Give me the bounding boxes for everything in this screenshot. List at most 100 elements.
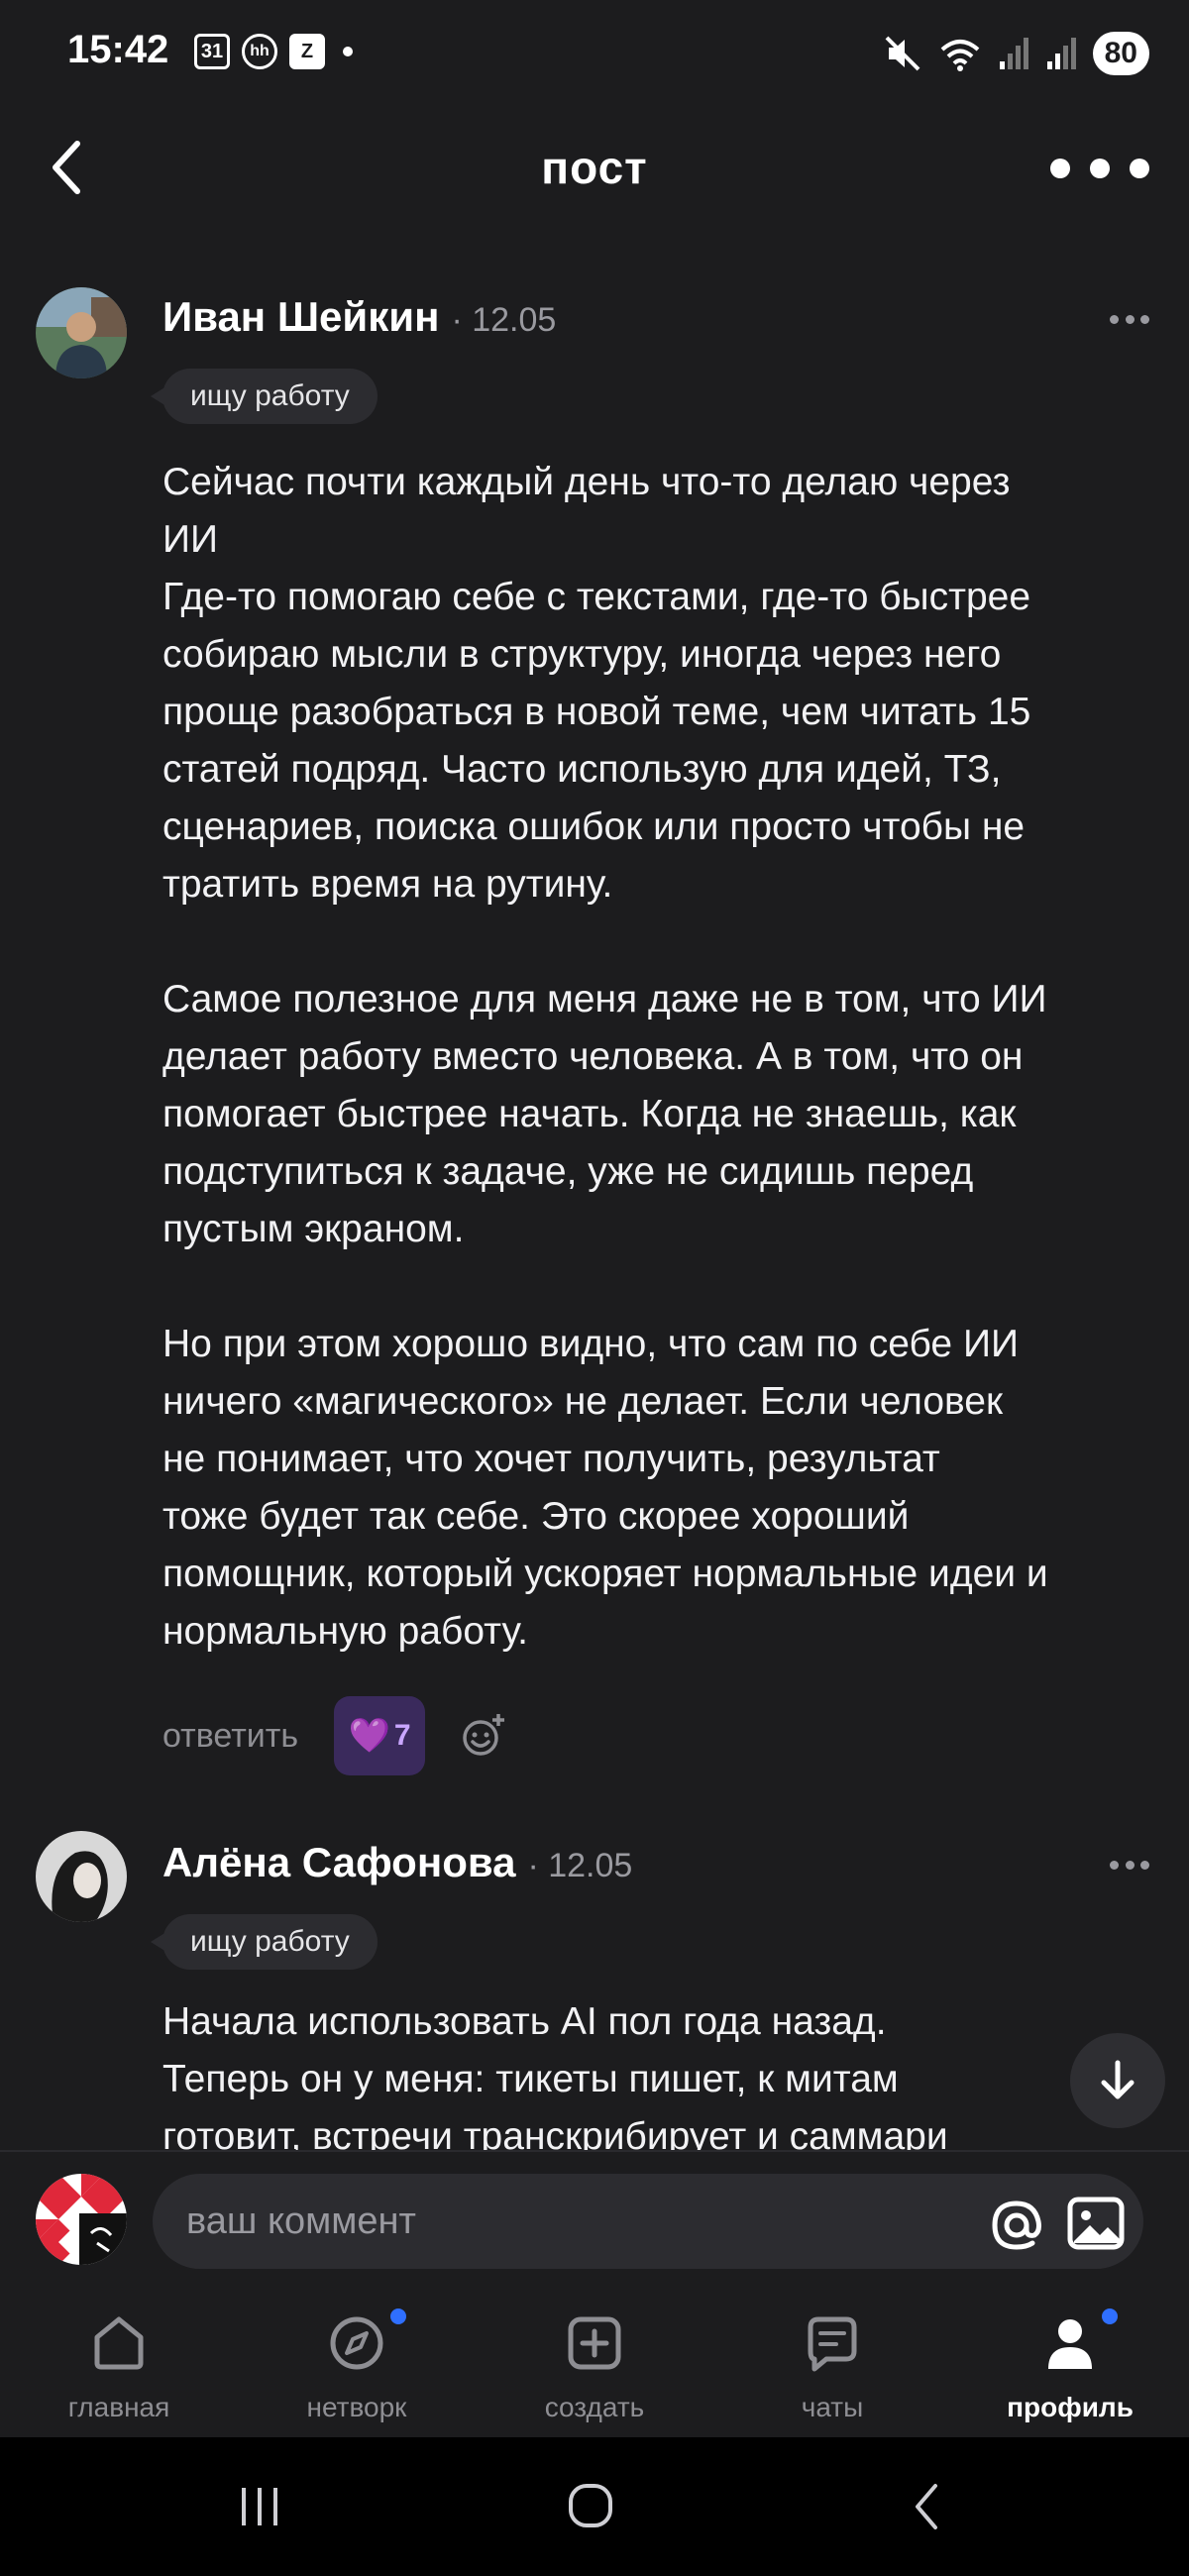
author-line: Алёна Сафонова · 12.05 <box>162 1839 632 1886</box>
text-line: подступиться к задаче, уже не сидишь пер… <box>162 1150 974 1193</box>
comment-date: · 12.05 <box>527 1847 633 1884</box>
more-dot-icon <box>1130 159 1149 178</box>
nav-item-chats[interactable]: чаты <box>713 2289 951 2437</box>
nav-label: чаты <box>801 2392 864 2422</box>
more-dot-icon <box>1050 159 1070 178</box>
page-title: пост <box>541 142 648 193</box>
signal-2-icon <box>1046 38 1076 69</box>
home-circle-icon <box>569 2484 612 2527</box>
author-name[interactable]: Иван Шейкин <box>162 293 439 341</box>
hh-app-icon: hh <box>242 34 277 69</box>
person-icon <box>1035 2308 1105 2378</box>
more-dot-icon <box>1125 314 1135 324</box>
text-line: пустым экраном. <box>162 1208 465 1250</box>
plus-square-icon <box>560 2308 629 2378</box>
compass-icon <box>322 2308 391 2378</box>
post-more-button[interactable] <box>1050 141 1149 196</box>
text-line: ИИ <box>162 518 219 561</box>
avatar-photo-icon <box>36 287 127 378</box>
comment-text: Сейчас почти каждый день что-то делаю че… <box>162 454 1153 1661</box>
home-system-button[interactable] <box>551 2477 630 2536</box>
arrow-down-icon <box>1101 2060 1135 2099</box>
text-line: сценариев, поиска ошибок или просто чтоб… <box>162 805 1026 848</box>
comment-date: · 12.05 <box>451 301 557 339</box>
recent-apps-button[interactable] <box>220 2477 299 2536</box>
more-dot-icon <box>1090 159 1110 178</box>
comment-text: Начала использовать AI пол года назад. Т… <box>162 1993 1153 2150</box>
avatar[interactable] <box>36 287 127 378</box>
more-dot-icon <box>1110 1860 1119 1870</box>
nav-label: профиль <box>1007 2392 1134 2422</box>
author-line: Иван Шейкин · 12.05 <box>162 293 556 341</box>
nav-item-create[interactable]: создать <box>476 2289 713 2437</box>
post-header: пост <box>0 119 1189 218</box>
text-line: Теперь он у меня: тикеты пишет, к митам <box>162 2058 899 2100</box>
text-line: проще разобраться в новой теме, чем чита… <box>162 691 1031 733</box>
status-tag: ищу работу <box>151 369 378 424</box>
calendar-icon: 31 <box>194 34 230 69</box>
text-line: готовит, встречи транскрибирует и саммар… <box>162 2115 948 2150</box>
text-line: ничего «магического» не делает. Если чел… <box>162 1380 1004 1423</box>
comment-paragraph: Самое полезное для меня даже не в том, ч… <box>162 971 1153 1258</box>
nav-item-network[interactable]: нетворк <box>238 2289 476 2437</box>
text-line: Начала использовать AI пол года назад. <box>162 2000 887 2043</box>
comment-paragraph: Сейчас почти каждый день что-то делаю че… <box>162 454 1153 913</box>
comment-composer <box>0 2150 1189 2289</box>
signal-1-icon <box>999 38 1028 69</box>
status-notification-icons: 31 hh Z <box>194 34 353 69</box>
text-line: нормальную работу. <box>162 1610 528 1653</box>
text-line: Самое полезное для меня даже не в том, ч… <box>162 978 1047 1020</box>
mention-icon[interactable] <box>987 2196 1046 2255</box>
reply-button[interactable]: ответить <box>162 1717 298 1756</box>
more-dot-icon <box>1125 1860 1135 1870</box>
comment-more-button[interactable] <box>1110 1855 1149 1875</box>
bottom-navigation: главная нетворк создать чаты профиль <box>0 2289 1189 2437</box>
back-chevron-icon <box>916 2484 937 2529</box>
reaction-button[interactable]: 💜 7 <box>334 1696 426 1775</box>
text-line: Сейчас почти каждый день что-то делаю че… <box>162 461 1011 503</box>
text-line: Но при этом хорошо видно, что сам по себ… <box>162 1323 1020 1365</box>
nav-label: нетворк <box>306 2392 407 2422</box>
more-dot-icon <box>1140 314 1149 324</box>
nav-label: создать <box>544 2392 645 2422</box>
more-dot-icon <box>1140 1860 1149 1870</box>
more-notifications-dot-icon <box>343 47 353 56</box>
add-reaction-icon[interactable] <box>459 1712 506 1760</box>
text-line: собираю мысли в структуру, иногда через … <box>162 633 1002 676</box>
status-tag: ищу работу <box>151 1914 378 1970</box>
system-back-button[interactable] <box>888 2477 967 2536</box>
system-navigation-bar <box>0 2437 1189 2576</box>
avatar[interactable] <box>36 1831 127 1922</box>
notification-dot <box>390 2308 406 2324</box>
status-bar: 15:42 31 hh Z 80 <box>0 0 1189 109</box>
status-system-icons: 80 <box>883 32 1149 75</box>
nav-label: главная <box>67 2392 170 2422</box>
my-avatar[interactable] <box>36 2174 127 2265</box>
text-line: помогает быстрее начать. Когда не знаешь… <box>162 1093 1017 1135</box>
text-line: тратить время на рутину. <box>162 863 613 906</box>
notification-dot <box>1102 2308 1118 2324</box>
chat-icon <box>798 2308 867 2378</box>
status-time: 15:42 <box>67 28 169 71</box>
text-line: статей подряд. Часто использую для идей,… <box>162 748 1002 791</box>
purple-heart-icon: 💜 <box>348 1717 390 1755</box>
author-name[interactable]: Алёна Сафонова <box>162 1839 515 1886</box>
scroll-down-button[interactable] <box>1070 2033 1165 2128</box>
recent-apps-icon <box>242 2488 277 2525</box>
battery-indicator: 80 <box>1092 32 1149 75</box>
text-line: делает работу вместо человека. А в том, … <box>162 1035 1024 1078</box>
wifi-icon <box>940 40 979 71</box>
comment-actions: ответить 💜 7 <box>162 1696 506 1775</box>
avatar-pattern-icon <box>36 2174 127 2265</box>
reaction-count: 7 <box>393 1719 411 1752</box>
nav-item-profile[interactable]: профиль <box>951 2289 1189 2437</box>
mute-icon <box>885 36 920 71</box>
text-line: Где-то помогаю себе с текстами, где-то б… <box>162 576 1031 618</box>
image-attach-icon[interactable] <box>1066 2196 1126 2251</box>
avatar-photo-icon <box>36 1831 127 1922</box>
z-app-icon: Z <box>289 34 325 69</box>
nav-item-home[interactable]: главная <box>0 2289 238 2437</box>
comment-more-button[interactable] <box>1110 309 1149 329</box>
more-dot-icon <box>1110 314 1119 324</box>
home-icon <box>84 2308 154 2378</box>
